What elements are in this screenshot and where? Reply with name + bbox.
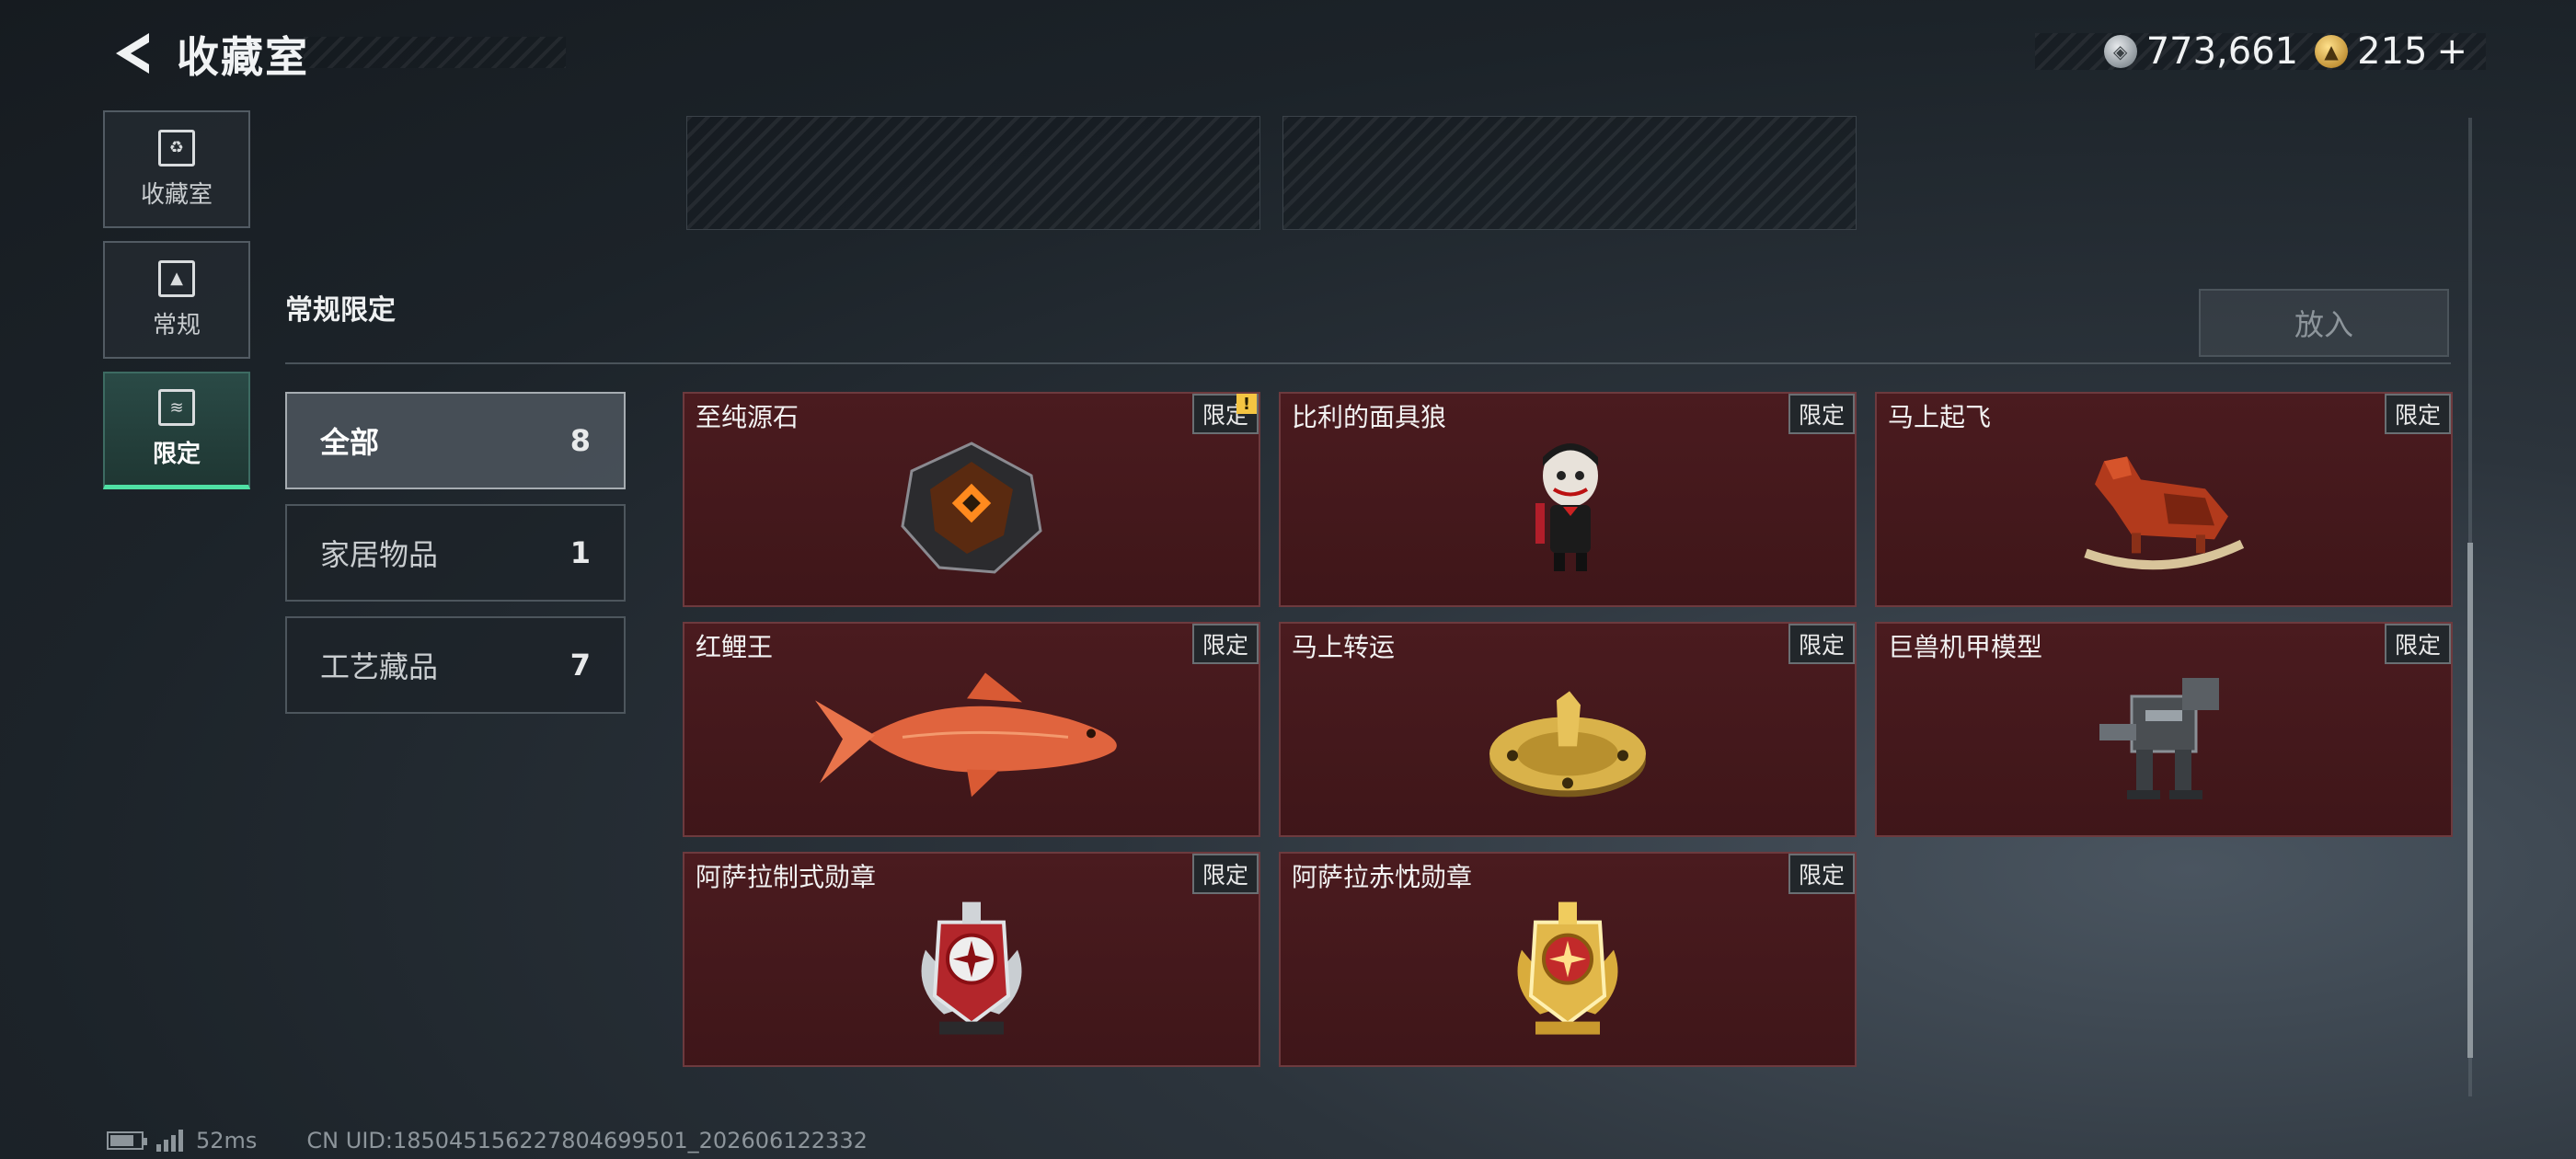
item-card[interactable]: 阿萨拉制式勋章 限定 bbox=[683, 852, 1260, 1067]
item-card[interactable]: 巨兽机甲模型 限定 bbox=[1875, 622, 2453, 837]
battery-icon bbox=[107, 1131, 147, 1150]
title-decoration bbox=[304, 37, 566, 68]
uid-text: CN UID:185045156227804699501_20260612233… bbox=[306, 1128, 868, 1153]
nav-item-regular[interactable]: ▲ 常规 bbox=[103, 241, 250, 359]
side-nav: ♻ 收藏室 ▲ 常规 ≋ 限定 bbox=[103, 110, 250, 502]
limited-badge: 限定 bbox=[1788, 624, 1855, 664]
nav-item-label: 常规 bbox=[152, 311, 201, 339]
red-carp-icon bbox=[815, 672, 1117, 798]
limited-badge: 限定 bbox=[1788, 394, 1855, 434]
item-card[interactable]: 比利的面具狼 限定 bbox=[1279, 392, 1857, 607]
rocking-horse-icon bbox=[2084, 456, 2245, 570]
gold-medal-icon bbox=[1517, 901, 1618, 1035]
ping-value: 52ms bbox=[196, 1128, 258, 1153]
category-label: 全部 bbox=[320, 425, 380, 460]
silver-medal-icon bbox=[921, 901, 1022, 1035]
put-in-button[interactable]: 放入 bbox=[2199, 289, 2449, 357]
gold-currency[interactable]: ▲ 215 + bbox=[2315, 30, 2467, 73]
limited-badge: 限定 bbox=[2385, 624, 2451, 664]
divider bbox=[285, 362, 2451, 364]
item-card[interactable]: 阿萨拉赤忱勋章 限定 bbox=[1279, 852, 1857, 1067]
limited-badge: 限定 bbox=[1192, 624, 1259, 664]
puppet-figure-icon bbox=[1535, 443, 1598, 571]
category-label: 家居物品 bbox=[320, 537, 439, 572]
section-title: 常规限定 bbox=[285, 294, 396, 327]
currency-bar: ◈ 773,661 ▲ 215 + bbox=[2035, 30, 2486, 73]
category-all[interactable]: 全部 8 bbox=[285, 392, 626, 489]
item-card[interactable]: 红鲤王 限定 bbox=[683, 622, 1260, 837]
mech-model-icon bbox=[2099, 678, 2219, 799]
item-name: 比利的面具狼 bbox=[1292, 402, 1447, 432]
gold-add-icon[interactable]: + bbox=[2436, 30, 2467, 73]
crystal-stone-icon bbox=[901, 442, 1042, 574]
gold-amount: 215 bbox=[2357, 30, 2428, 73]
horse-dial-icon bbox=[1489, 691, 1646, 798]
category-home-items[interactable]: 家居物品 1 bbox=[285, 504, 626, 602]
item-card[interactable]: 至纯源石 限定 ! bbox=[683, 392, 1260, 607]
nav-item-label: 收藏室 bbox=[140, 180, 213, 209]
limited-badge: 限定 bbox=[1192, 854, 1259, 894]
item-grid: 至纯源石 限定 ! 比利的面具狼 限定 马上起飞 限定 红鲤王 限定 马上转运 … bbox=[683, 392, 2453, 1067]
category-crafts[interactable]: 工艺藏品 7 bbox=[285, 616, 626, 714]
item-name: 阿萨拉制式勋章 bbox=[696, 862, 877, 892]
category-label: 工艺藏品 bbox=[320, 649, 439, 684]
item-card[interactable]: 马上起飞 限定 bbox=[1875, 392, 2453, 607]
category-count: 8 bbox=[569, 423, 591, 458]
scrollbar-thumb[interactable] bbox=[2467, 543, 2473, 1058]
item-name: 阿萨拉赤忱勋章 bbox=[1292, 862, 1473, 892]
nav-item-label: 限定 bbox=[152, 441, 201, 468]
page-title: 收藏室 bbox=[177, 32, 309, 82]
warning-icon: ! bbox=[1236, 394, 1257, 414]
item-name: 马上转运 bbox=[1292, 632, 1396, 662]
display-slot[interactable] bbox=[686, 116, 1260, 230]
signal-icon bbox=[156, 1130, 183, 1152]
category-count: 7 bbox=[569, 648, 591, 683]
limited-icon: ≋ bbox=[158, 389, 195, 426]
silver-coin-icon: ◈ bbox=[2103, 35, 2137, 68]
back-button[interactable] bbox=[103, 26, 158, 81]
limited-badge: 限定 bbox=[1788, 854, 1855, 894]
category-count: 1 bbox=[569, 535, 591, 570]
item-name: 至纯源石 bbox=[696, 402, 799, 432]
collection-room-icon: ♻ bbox=[158, 129, 195, 166]
item-name: 马上起飞 bbox=[1888, 402, 1992, 432]
item-name: 红鲤王 bbox=[696, 632, 774, 662]
limited-badge: 限定 bbox=[2385, 394, 2451, 434]
item-name: 巨兽机甲模型 bbox=[1888, 632, 2043, 662]
status-bar: 52ms CN UID:185045156227804699501_202606… bbox=[107, 1128, 868, 1153]
category-list: 全部 8 家居物品 1 工艺藏品 7 bbox=[285, 392, 626, 729]
nav-item-collection-room[interactable]: ♻ 收藏室 bbox=[103, 110, 250, 228]
regular-icon: ▲ bbox=[158, 259, 195, 297]
display-slot[interactable] bbox=[1282, 116, 1857, 230]
silver-currency: ◈ 773,661 bbox=[2103, 30, 2299, 73]
item-card[interactable]: 马上转运 限定 bbox=[1279, 622, 1857, 837]
gold-coin-icon: ▲ bbox=[2315, 35, 2349, 68]
silver-amount: 773,661 bbox=[2145, 30, 2299, 73]
nav-item-limited[interactable]: ≋ 限定 bbox=[103, 372, 250, 489]
back-arrow-icon bbox=[116, 33, 149, 74]
